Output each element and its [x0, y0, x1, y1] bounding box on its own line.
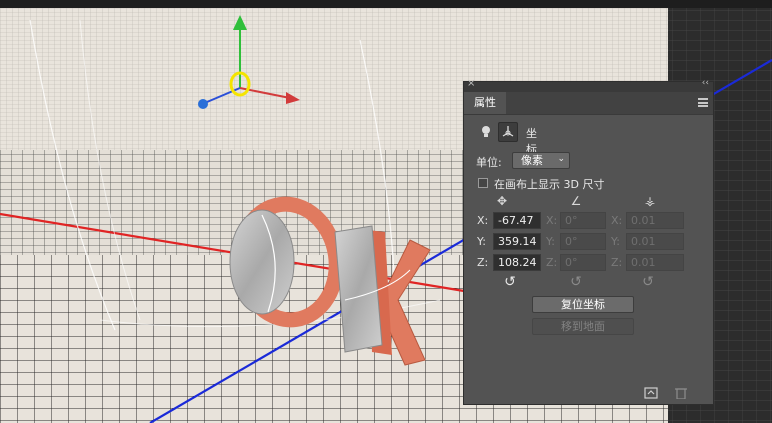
position-z-input[interactable]: 108.24 [493, 254, 541, 271]
scale-z-label: Z: [611, 256, 623, 269]
rot-y-label: Y: [546, 235, 555, 248]
pos-y-label: Y: [477, 235, 486, 248]
trash-icon[interactable] [674, 387, 688, 400]
unit-label: 单位: [476, 156, 502, 169]
reset-position-icon[interactable]: ↺ [500, 274, 520, 290]
properties-panel: × ‹‹ 属性 坐标 单位: 像素 ⌄ 在画布上显示 3D 尺寸 ✥ ∠ ⚶ X… [463, 78, 714, 405]
chevron-down-icon: ⌄ [557, 154, 565, 164]
pos-z-label: Z: [477, 256, 489, 269]
render-icon[interactable] [644, 387, 658, 399]
scale-y-input[interactable]: 0.01 [626, 233, 684, 250]
scale-y-label: Y: [611, 235, 620, 248]
rotation-angle-icon: ∠ [570, 194, 582, 208]
show-3d-size-label: 在画布上显示 3D 尺寸 [494, 178, 605, 191]
panel-collapse-icon[interactable]: ‹‹ [702, 78, 709, 88]
show-3d-size-checkbox[interactable] [478, 178, 488, 188]
rotation-y-input[interactable]: 0° [560, 233, 606, 250]
scale-x-label: X: [611, 214, 623, 227]
panel-tab-row: 属性 [464, 92, 713, 115]
rotation-x-input[interactable]: 0° [560, 212, 606, 229]
position-y-input[interactable]: 359.14 [493, 233, 541, 250]
light-bulb-icon[interactable] [476, 122, 496, 142]
reset-coords-button[interactable]: 复位坐标 [532, 296, 634, 313]
unit-select[interactable]: 像素 ⌄ [512, 152, 570, 169]
scale-icon: ⚶ [644, 194, 656, 208]
coordinates-mode-icon[interactable] [498, 122, 518, 142]
scale-z-input[interactable]: 0.01 [626, 254, 684, 271]
rotation-z-input[interactable]: 0° [560, 254, 606, 271]
letter-o-marble [229, 209, 295, 315]
panel-top-bar: × ‹‹ [464, 78, 713, 92]
rot-x-label: X: [546, 214, 558, 227]
position-move-icon: ✥ [496, 194, 508, 208]
pos-x-label: X: [477, 214, 489, 227]
tab-properties[interactable]: 属性 [464, 92, 506, 114]
reset-rotation-icon[interactable]: ↺ [566, 274, 586, 290]
hamburger-menu-icon[interactable] [698, 98, 708, 107]
unit-select-value: 像素 [521, 154, 543, 167]
panel-close-icon[interactable]: × [467, 78, 475, 89]
scale-x-input[interactable]: 0.01 [626, 212, 684, 229]
move-to-ground-button[interactable]: 移到地面 [532, 318, 634, 335]
top-band [0, 0, 772, 8]
reset-scale-icon[interactable]: ↺ [638, 274, 658, 290]
position-x-input[interactable]: -67.47 [493, 212, 541, 229]
rot-z-label: Z: [546, 256, 558, 269]
